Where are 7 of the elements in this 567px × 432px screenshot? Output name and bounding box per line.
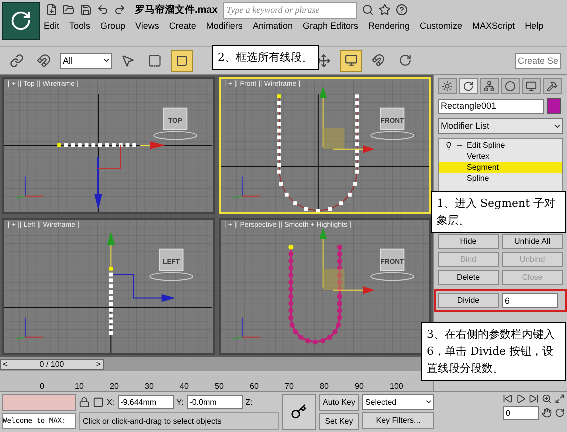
x-label: X: — [107, 398, 115, 406]
annotation-tooltip: 2、框选所有线段。 — [212, 45, 319, 70]
y-label: Y: — [176, 398, 184, 406]
window-title: 罗马帘溜文件.max — [135, 4, 218, 17]
annotation-tooltip: 3、在右侧的参数栏内键入 6，单击 Divide 按钮，设置线段分段数。 — [421, 322, 566, 381]
annotation-tooltip: 1、进入 Segment 子对象层。 — [431, 191, 566, 233]
z-label: Z: — [246, 398, 253, 406]
